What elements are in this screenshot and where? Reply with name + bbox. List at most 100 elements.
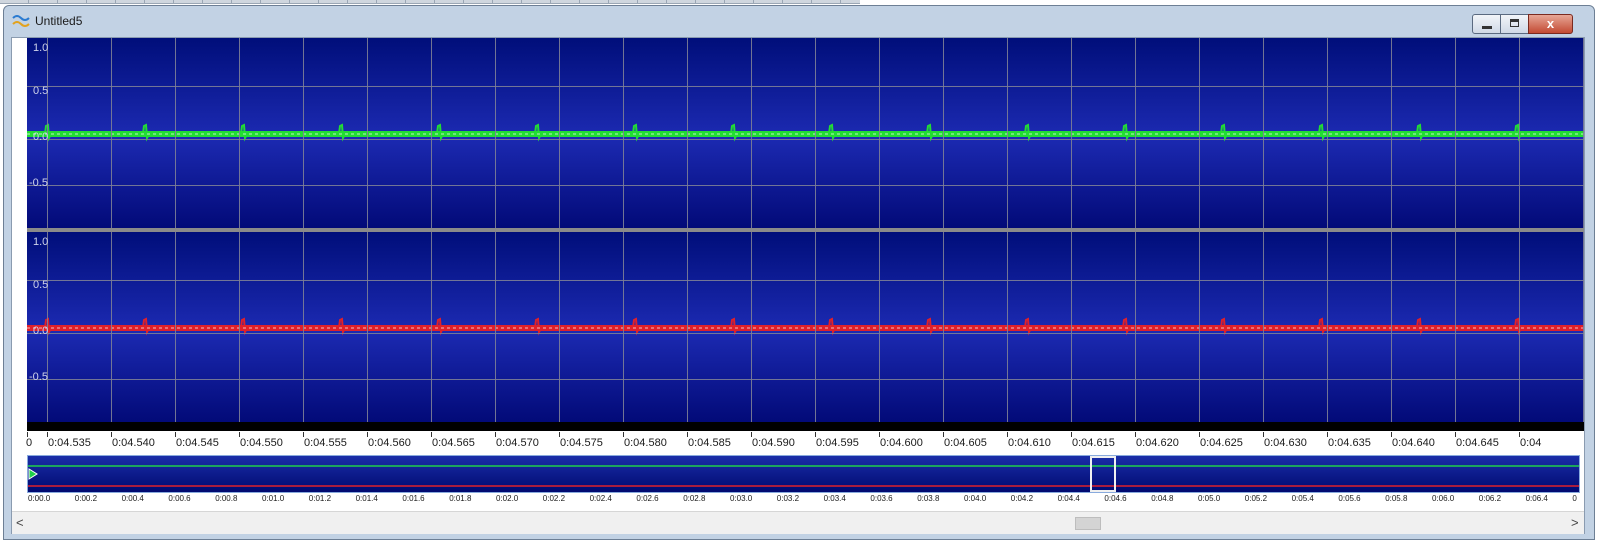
grid-vertical-line — [1327, 38, 1328, 228]
overview-visible-window[interactable] — [1090, 456, 1116, 492]
overview-time-label: 0:01.8 — [449, 494, 472, 503]
time-label: 0 — [26, 437, 33, 449]
playhead-marker-icon[interactable] — [28, 468, 38, 480]
grid-vertical-line — [1071, 38, 1072, 228]
scroll-right-icon[interactable]: > — [1571, 515, 1579, 530]
overview-time-label: 0:01.0 — [262, 494, 285, 503]
grid-vertical-line — [1199, 232, 1200, 422]
overview-time-label: 0:01.6 — [402, 494, 425, 503]
window-title: Untitled5 — [35, 14, 83, 28]
grid-vertical-line — [1263, 38, 1264, 228]
grid-vertical-line — [1071, 232, 1072, 422]
time-label: 0:04.570 — [496, 437, 539, 449]
grid-vertical-line — [1391, 232, 1392, 422]
grid-vertical-line — [943, 232, 944, 422]
grid-vertical-line — [1583, 38, 1584, 228]
time-label: 0:04.585 — [688, 437, 731, 449]
scrollbar-thumb[interactable] — [1075, 517, 1101, 530]
minimize-icon — [1482, 26, 1492, 29]
maximize-button[interactable] — [1500, 14, 1529, 34]
amplitude-label: -0.5 — [29, 371, 48, 383]
close-button[interactable]: x — [1528, 14, 1573, 34]
time-ruler[interactable]: 0 0:04.535 0:04.540 0:04.545 0:04.550 0:04.55… — [26, 432, 1584, 452]
time-label: 0:04.620 — [1136, 437, 1179, 449]
time-label: 0:04.635 — [1328, 437, 1371, 449]
overview-time-label: 0:05.0 — [1198, 494, 1221, 503]
grid-vertical-line — [1455, 232, 1456, 422]
title-bar[interactable]: Untitled5 x — [4, 6, 1594, 36]
overview-time-label: 0:00.6 — [168, 494, 191, 503]
horizontal-scrollbar[interactable]: < > — [12, 511, 1584, 534]
grid-vertical-line — [431, 232, 432, 422]
grid-vertical-line — [431, 38, 432, 228]
time-label: 0:04.605 — [944, 437, 987, 449]
left-channel-view[interactable]: 1.0 0.5 0.0 -0.5 — [27, 38, 1584, 228]
amplitude-ruler — [12, 38, 27, 452]
time-label: 0:04.645 — [1456, 437, 1499, 449]
overview-time-label: 0:03.2 — [776, 494, 800, 503]
time-label: 0:04.590 — [752, 437, 795, 449]
overview-time-label: 0:04.6 — [1104, 494, 1127, 503]
overview-time-label: 0:03.8 — [917, 494, 940, 503]
overview-time-label: 0:01.4 — [355, 494, 378, 503]
grid-vertical-line — [111, 38, 112, 228]
grid-vertical-line — [815, 38, 816, 228]
audio-editor-window: Untitled5 x 1.0 0.5 0.0 -0.5 1.0 0.5 0.0 -0.5 … — [3, 5, 1595, 540]
grid-vertical-line — [1455, 38, 1456, 228]
overview-time-scale: 0:00.0 0:00.2 0:00.4 0:00.6 0:00.8 0:01.0 0:01… — [27, 493, 1584, 507]
overview-time-label: 0:05.8 — [1385, 494, 1408, 503]
time-label: 0:04.550 — [240, 437, 283, 449]
grid-vertical-line — [879, 232, 880, 422]
minimize-button[interactable] — [1472, 14, 1501, 34]
time-label: 0:04.625 — [1200, 437, 1243, 449]
amplitude-label: 0.0 — [33, 325, 49, 337]
overview-navigator[interactable] — [27, 455, 1580, 493]
overview-time-label: 0:02.8 — [683, 494, 706, 503]
grid-vertical-line — [495, 232, 496, 422]
grid-horizontal-line — [27, 139, 1584, 140]
grid-vertical-line — [879, 38, 880, 228]
amplitude-label: 0.5 — [33, 85, 49, 97]
grid-vertical-line — [1135, 232, 1136, 422]
time-label: 0:04.575 — [560, 437, 603, 449]
grid-vertical-line — [815, 232, 816, 422]
grid-vertical-line — [367, 232, 368, 422]
time-label: 0:04.610 — [1008, 437, 1051, 449]
grid-vertical-line — [623, 232, 624, 422]
overview-time-label: 0:04.0 — [964, 494, 987, 503]
overview-time-label: 0:02.4 — [589, 494, 612, 503]
time-label: 0:04.595 — [816, 437, 859, 449]
grid-horizontal-line — [27, 185, 1584, 186]
grid-vertical-line — [1519, 232, 1520, 422]
overview-time-label: 0:06.2 — [1478, 494, 1502, 503]
amplitude-label: -0.5 — [29, 177, 48, 189]
time-label: 0:04.545 — [176, 437, 219, 449]
time-label: 0:04.560 — [368, 437, 411, 449]
right-channel-view[interactable]: 1.0 0.5 0.0 -0.5 — [27, 232, 1584, 422]
scroll-left-icon[interactable]: < — [16, 515, 24, 530]
grid-vertical-line — [175, 38, 176, 228]
grid-vertical-line — [1007, 232, 1008, 422]
time-label: 0:04.615 — [1072, 437, 1115, 449]
waveform-app-icon — [12, 15, 30, 27]
overview-time-label: 0 — [1572, 494, 1577, 503]
overview-time-label: 0:00.2 — [74, 494, 98, 503]
overview-time-label: 0:02.2 — [542, 494, 566, 503]
time-label: 0:04.555 — [304, 437, 347, 449]
time-label: 0:04.580 — [624, 437, 667, 449]
time-label: 0:04.565 — [432, 437, 475, 449]
grid-vertical-line — [303, 38, 304, 228]
grid-vertical-line — [303, 232, 304, 422]
time-label: 0:04 — [1520, 437, 1542, 449]
grid-vertical-line — [495, 38, 496, 228]
overview-time-label: 0:03.0 — [730, 494, 753, 503]
overview-time-label: 0:00.4 — [121, 494, 144, 503]
waveform-bottom-bar — [27, 422, 1584, 431]
grid-vertical-line — [367, 38, 368, 228]
overview-waveforms — [28, 465, 1579, 487]
time-label: 0:04.630 — [1264, 437, 1307, 449]
overview-time-label: 0:06.0 — [1432, 494, 1455, 503]
editor-client-area: 1.0 0.5 0.0 -0.5 1.0 0.5 0.0 -0.5 0 0:04.535 0:0… — [11, 37, 1585, 534]
amplitude-label: 1.0 — [33, 42, 49, 54]
grid-vertical-line — [1327, 232, 1328, 422]
